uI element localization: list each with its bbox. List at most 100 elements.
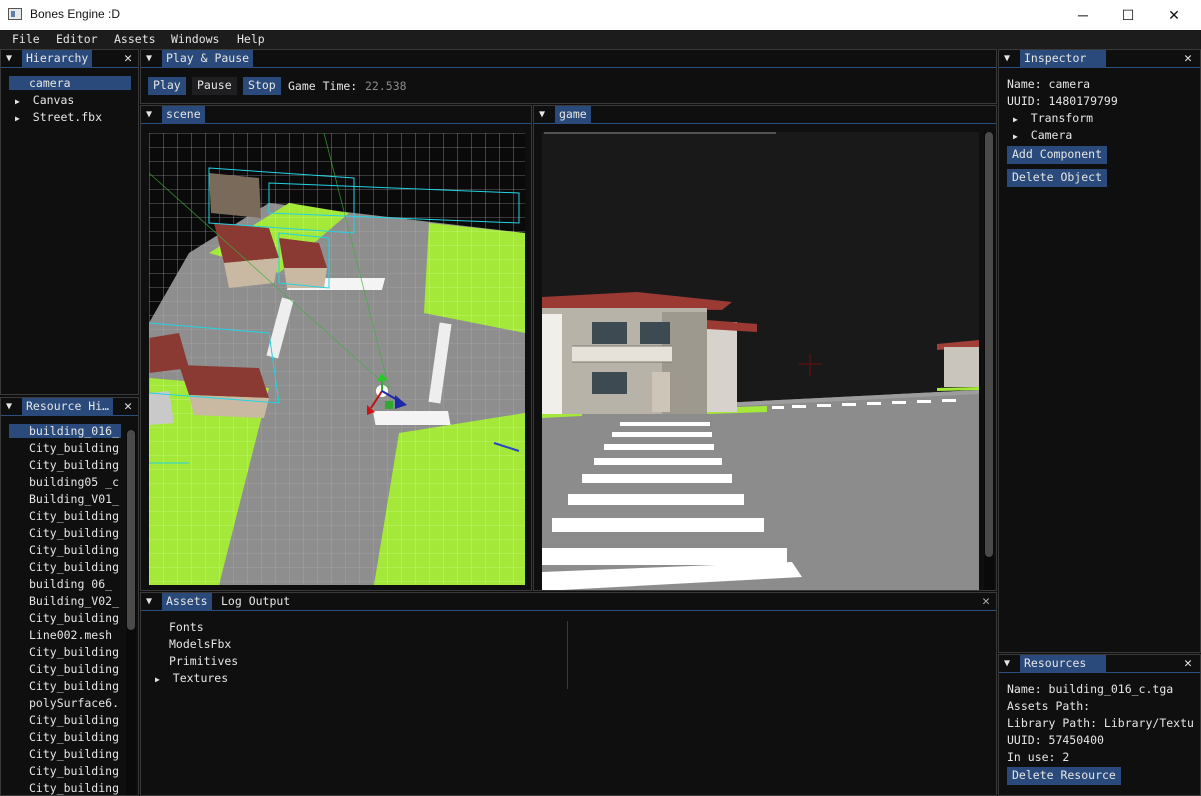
inspector-uuid: UUID: 1480179799 [1007, 94, 1118, 108]
delete-object-button[interactable]: Delete Object [1007, 169, 1108, 187]
menu-bar: File Editor Assets Windows Help [0, 30, 1201, 49]
expand-arrow-icon[interactable]: ▶ [1013, 132, 1018, 141]
resource-list-item[interactable]: City_building [9, 679, 121, 693]
collapse-icon[interactable]: ▼ [146, 596, 152, 607]
asset-folder-textures[interactable]: ▶ Textures [155, 671, 228, 685]
resource-list-item[interactable]: Line002.mesh [9, 628, 121, 642]
resource-list-item[interactable]: City_building [9, 645, 121, 659]
assets-title-bar: ▼ Assets Log Output ✕ [141, 593, 996, 611]
scrollbar-thumb[interactable] [127, 430, 135, 630]
scrollbar-thumb[interactable] [985, 132, 993, 557]
menu-windows[interactable]: Windows [171, 32, 219, 46]
game-panel: ▼ game [533, 105, 997, 591]
inspector-name: Name: camera [1007, 77, 1091, 91]
resource-hierarchy-tab[interactable]: Resource Hi… [22, 398, 114, 416]
window-title: Bones Engine :D [30, 7, 121, 21]
collapse-icon[interactable]: ▼ [6, 401, 12, 412]
scene-viewport[interactable] [149, 133, 525, 585]
play-button[interactable]: Play [148, 77, 186, 95]
collapse-icon[interactable]: ▼ [146, 53, 152, 64]
resources-tab[interactable]: Resources [1020, 655, 1106, 673]
close-icon[interactable]: ✕ [124, 399, 132, 414]
expand-arrow-icon[interactable]: ▶ [1013, 115, 1018, 124]
expand-arrow-icon[interactable]: ▶ [15, 114, 20, 123]
assets-tab[interactable]: Assets [162, 593, 212, 611]
menu-assets[interactable]: Assets [114, 32, 156, 46]
hierarchy-tab[interactable]: Hierarchy [22, 50, 93, 68]
collapse-icon[interactable]: ▼ [1004, 658, 1010, 669]
hierarchy-item-canvas[interactable]: ▶ Canvas [15, 93, 74, 107]
maximize-button[interactable]: ☐ [1105, 0, 1151, 30]
asset-folder-fonts[interactable]: Fonts [169, 620, 204, 634]
game-tab[interactable]: game [555, 106, 591, 124]
close-icon[interactable]: ✕ [1184, 656, 1192, 671]
collapse-icon[interactable]: ▼ [146, 109, 152, 120]
minimize-button[interactable]: ─ [1060, 0, 1106, 30]
resource-list-item[interactable]: Building_V01_ [9, 492, 121, 506]
hierarchy-item-camera[interactable]: camera [9, 76, 131, 90]
hierarchy-title-bar: ▼ Hierarchy ✕ [1, 50, 138, 68]
play-pause-tab[interactable]: Play & Pause [162, 50, 254, 68]
resource-list-item[interactable]: City_building [9, 611, 121, 625]
game-time-label: Game Time: [288, 79, 358, 93]
collapse-icon[interactable]: ▼ [1004, 53, 1010, 64]
expand-arrow-icon[interactable]: ▶ [155, 675, 160, 684]
resource-list-item[interactable]: City_building [9, 662, 121, 676]
resource-list-item[interactable]: City_building [9, 713, 121, 727]
hierarchy-item-label: Canvas [32, 93, 75, 107]
menu-editor[interactable]: Editor [56, 32, 98, 46]
resource-list-item[interactable]: City_building [9, 543, 121, 557]
add-component-button[interactable]: Add Component [1007, 146, 1108, 164]
play-pause-title-bar: ▼ Play & Pause [141, 50, 996, 68]
resource-list-item[interactable]: City_building [9, 509, 121, 523]
component-label: Transform [1030, 111, 1094, 125]
resource-hierarchy-title-bar: ▼ Resource Hi… ✕ [1, 398, 138, 416]
stop-button[interactable]: Stop [243, 77, 281, 95]
game-scrollbar[interactable] [984, 132, 994, 590]
menu-file[interactable]: File [12, 32, 40, 46]
menu-help[interactable]: Help [237, 32, 265, 46]
close-icon[interactable]: ✕ [1184, 51, 1192, 66]
pause-button[interactable]: Pause [192, 77, 237, 95]
game-viewport[interactable] [542, 132, 979, 590]
resource-list-item[interactable]: City_building [9, 747, 121, 761]
resources-panel: ▼ Resources ✕ Name: building_016_c.tga A… [998, 654, 1201, 796]
close-icon[interactable]: ✕ [124, 51, 132, 66]
resource-list-item[interactable]: City_building [9, 781, 121, 795]
scene-tab[interactable]: scene [162, 106, 205, 124]
component-camera[interactable]: ▶ Camera [1013, 128, 1072, 142]
resource-library-path: Library Path: Library/Textu [1007, 716, 1194, 730]
resource-list-item[interactable]: City_building [9, 764, 121, 778]
resource-list-item[interactable]: City_building [9, 560, 121, 574]
hierarchy-panel: ▼ Hierarchy ✕ camera ▶ Canvas ▶ Street.f… [0, 49, 139, 395]
close-window-button[interactable]: ✕ [1151, 0, 1197, 30]
expand-arrow-icon[interactable]: ▶ [15, 97, 20, 106]
resource-list-item[interactable]: building05 _c [9, 475, 121, 489]
resource-scrollbar[interactable] [126, 430, 136, 795]
component-transform[interactable]: ▶ Transform [1013, 111, 1093, 125]
game-title-bar: ▼ game [534, 106, 996, 124]
asset-folder-primitives[interactable]: Primitives [169, 654, 238, 668]
resource-list-item[interactable]: City_building [9, 730, 121, 744]
resource-list-item[interactable]: City_building [9, 441, 121, 455]
collapse-icon[interactable]: ▼ [539, 109, 545, 120]
log-output-tab[interactable]: Log Output [217, 593, 294, 611]
collapse-icon[interactable]: ▼ [6, 53, 12, 64]
assets-panel: ▼ Assets Log Output ✕ Fonts ModelsFbx Pr… [140, 592, 997, 796]
asset-folder-modelsfbx[interactable]: ModelsFbx [169, 637, 231, 651]
game-time-value: 22.538 [365, 79, 407, 93]
close-icon[interactable]: ✕ [982, 594, 990, 609]
inspector-tab[interactable]: Inspector [1020, 50, 1106, 68]
resource-list-item[interactable]: Building_V02_ [9, 594, 121, 608]
resource-list-item[interactable]: City_building [9, 458, 121, 472]
delete-resource-button[interactable]: Delete Resource [1007, 767, 1121, 785]
resource-list-item[interactable]: City_building [9, 526, 121, 540]
game-render [542, 132, 979, 590]
resource-list-item[interactable]: building_016_ [9, 424, 121, 438]
resource-assets-path: Assets Path: [1007, 699, 1091, 713]
resource-list-item[interactable]: polySurface6. [9, 696, 121, 710]
component-label: Camera [1030, 128, 1073, 142]
hierarchy-item-street-fbx[interactable]: ▶ Street.fbx [15, 110, 102, 124]
resource-list-item[interactable]: building 06_ [9, 577, 121, 591]
hierarchy-item-label: camera [29, 76, 71, 90]
